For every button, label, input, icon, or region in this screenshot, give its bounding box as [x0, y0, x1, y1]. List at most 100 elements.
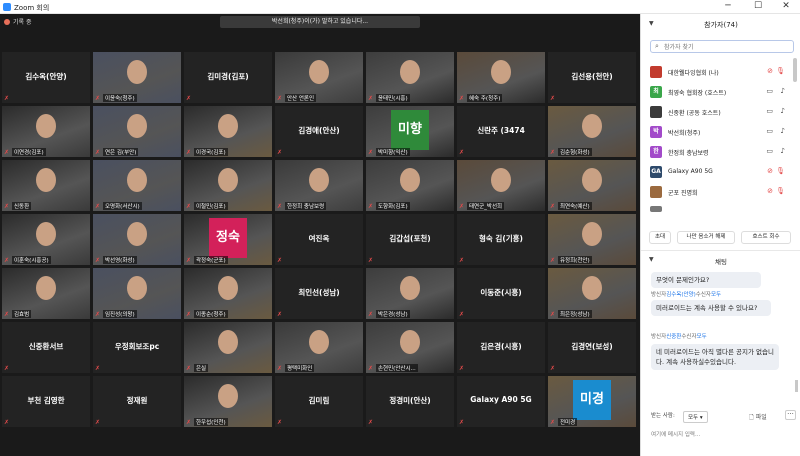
minimize-button[interactable]: ─ — [718, 1, 738, 11]
tile-name: 정경미(안산) — [389, 396, 431, 405]
participant-video-face — [127, 60, 147, 84]
mic-muted-icon: ✗ — [4, 419, 10, 426]
tile-caption: 한정희 충남보령 — [285, 202, 327, 210]
video-tile[interactable]: ✗ 손현민(안산시... — [366, 322, 454, 373]
video-tile[interactable]: ✗ 김순형(화성) — [548, 106, 636, 157]
more-options-button[interactable]: ··· — [785, 410, 796, 420]
video-tile[interactable]: ✗ 최은정(성남) — [548, 268, 636, 319]
video-tile[interactable]: 우정회보조pc ✗ — [93, 322, 181, 373]
video-tile[interactable]: 김경연(보성) ✗ — [548, 322, 636, 373]
tile-caption: 손현민(안산시... — [376, 364, 418, 372]
video-tile[interactable]: ✗ 한우섭(인천) — [184, 376, 272, 427]
video-tile[interactable]: ✗ 신동환 — [2, 160, 90, 211]
participant-row[interactable]: 신중환 (공동 호스트) ▭ ♪ — [641, 102, 793, 122]
video-tile[interactable]: ✗ 김효범 — [2, 268, 90, 319]
video-tile[interactable]: ✗ 한정희 충남보령 — [275, 160, 363, 211]
tile-name: 김갑섭(포천) — [389, 234, 431, 243]
tile-caption: 최연숙(예산) — [558, 202, 592, 210]
mic-muted-icon: 🎙 — [776, 167, 785, 175]
video-tile[interactable]: ✗ 도향화(김포) — [366, 160, 454, 211]
video-tile[interactable]: ✗ 오명화(서산시) — [93, 160, 181, 211]
video-tile[interactable]: ✗ 이연경(김포) — [2, 106, 90, 157]
unmute-self-button[interactable]: 나만 음소거 해제 — [677, 231, 735, 244]
video-tile[interactable]: 김미경(김포) ✗ — [184, 52, 272, 103]
video-tile[interactable]: 김은경(시흥) ✗ — [457, 322, 545, 373]
video-tile[interactable]: ✗ 이철민(김포) — [184, 160, 272, 211]
video-tile[interactable]: 정숙 ✗ 곽정숙(군포) — [184, 214, 272, 265]
participant-row[interactable]: 박 박선희(청주) ▭ ♪ — [641, 122, 793, 142]
invite-button[interactable]: 초대 — [649, 231, 671, 244]
chat-message: 미러로이드는 계속 사용할 수 있나요? — [651, 300, 771, 316]
mic-muted-icon: ✗ — [550, 311, 556, 318]
video-tile[interactable]: 이동준(시흥) ✗ — [457, 268, 545, 319]
video-tile[interactable]: 미경 ✗ 전미경 — [548, 376, 636, 427]
mic-muted-icon: ✗ — [277, 257, 283, 264]
participant-scrollbar[interactable] — [793, 58, 797, 82]
participants-header: ▼ 참가자(74) — [641, 14, 800, 34]
mic-muted-icon: ✗ — [186, 311, 192, 318]
video-tile[interactable]: 최인선(성남) ✗ — [275, 268, 363, 319]
video-tile[interactable]: 여진옥 ✗ — [275, 214, 363, 265]
video-tile[interactable]: 김선용(천안) ✗ — [548, 52, 636, 103]
participant-row[interactable]: 한 한정희 충남보령 ▭ ♪ — [641, 142, 793, 162]
video-tile[interactable]: ✗ 태연군_박선희 — [457, 160, 545, 211]
recipient-select[interactable]: 모두 ▾ — [683, 411, 708, 423]
reclaim-host-button[interactable]: 호스트 회수 — [741, 231, 791, 244]
video-tile[interactable]: ✗ 이종순(청주) — [184, 268, 272, 319]
participant-row[interactable]: 최 최영숙 협회장 (호스트) ▭ ♪ — [641, 82, 793, 102]
video-tile[interactable]: ✗ 이훈숙(시흥공) — [2, 214, 90, 265]
tile-caption: 이훈숙(시흥공) — [12, 256, 51, 264]
video-tile[interactable]: 형숙 김(기흥) ✗ — [457, 214, 545, 265]
participant-search[interactable]: ⌕ — [650, 40, 794, 53]
video-tile[interactable]: 부천 김영한 ✗ — [2, 376, 90, 427]
participant-avatar — [650, 66, 662, 78]
participant-row[interactable] — [641, 202, 793, 212]
search-icon: ⌕ — [655, 42, 659, 50]
video-tile[interactable]: 신중환서브 ✗ — [2, 322, 90, 373]
mic-muted-icon: ✗ — [368, 257, 374, 264]
video-tile[interactable]: 정경미(안산) ✗ — [366, 376, 454, 427]
video-tile[interactable]: 미향 ✗ 박미향(익산) — [366, 106, 454, 157]
participant-video-face — [218, 330, 238, 354]
tile-caption: 도향화(김포) — [376, 202, 410, 210]
participant-row[interactable]: GA Galaxy A90 5G ⊘ 🎙 — [641, 162, 793, 182]
video-tile[interactable]: 신란주 (3474 ✗ — [457, 106, 545, 157]
video-tile[interactable]: ✗ 임진성(의왕) — [93, 268, 181, 319]
video-tile[interactable]: ✗ 혜숙 주(청주) — [457, 52, 545, 103]
video-tile[interactable]: ✗ 최연숙(예산) — [548, 160, 636, 211]
video-tile[interactable]: Galaxy A90 5G ✗ — [457, 376, 545, 427]
video-tile[interactable]: ✗ 은실 — [184, 322, 272, 373]
video-tile[interactable]: ✗ 이경국(김포) — [184, 106, 272, 157]
video-tile[interactable]: ✗ 안산 언론인 — [275, 52, 363, 103]
participant-avatar: 한 — [650, 146, 662, 158]
participant-search-input[interactable] — [664, 42, 788, 52]
video-tile[interactable]: 김갑섭(포천) ✗ — [366, 214, 454, 265]
participant-row[interactable]: 군포 진명희 ⊘ 🎙 — [641, 182, 793, 202]
mic-muted-icon: ✗ — [368, 203, 374, 210]
close-button[interactable]: ✕ — [776, 1, 796, 11]
chat-message-input[interactable] — [651, 428, 791, 442]
video-tile[interactable]: ✗ 이윤숙(청주) — [93, 52, 181, 103]
tile-name: 이동준(시흥) — [480, 288, 522, 297]
video-icon: ▭ — [766, 147, 773, 155]
mic-muted-icon: ✗ — [550, 365, 556, 372]
active-speaker-banner: 박선희(청주)이(가) 말하고 있습니다... — [220, 16, 420, 28]
video-tile[interactable]: 김미림 ✗ — [275, 376, 363, 427]
mic-muted-icon: ✗ — [368, 149, 374, 156]
chat-scrollbar[interactable] — [795, 380, 798, 392]
video-tile[interactable]: ✗ 박은경(성남) — [366, 268, 454, 319]
maximize-button[interactable]: ☐ — [748, 1, 768, 11]
video-tile[interactable]: ✗ 윤태민(시흥) — [366, 52, 454, 103]
file-button[interactable]: 🗋 파일 — [749, 412, 767, 423]
video-tile[interactable]: 정재원 ✗ — [93, 376, 181, 427]
video-tile[interactable]: 김경애(안산) ✗ — [275, 106, 363, 157]
participant-video-face — [127, 114, 147, 138]
video-tile[interactable]: ✗ 연은 김(부안) — [93, 106, 181, 157]
mic-muted-icon: 🎙 — [776, 187, 785, 195]
participant-row[interactable]: 대한웰다잉협회 (나) ⊘ 🎙 — [641, 62, 793, 82]
video-tile[interactable]: 김수옥(안양) ✗ — [2, 52, 90, 103]
video-tile[interactable]: ✗ 평택미화인 — [275, 322, 363, 373]
video-tile[interactable]: ✗ 유정희(천안) — [548, 214, 636, 265]
video-tile[interactable]: ✗ 박선영(화성) — [93, 214, 181, 265]
recording-indicator[interactable]: 기록 중 — [4, 17, 31, 26]
